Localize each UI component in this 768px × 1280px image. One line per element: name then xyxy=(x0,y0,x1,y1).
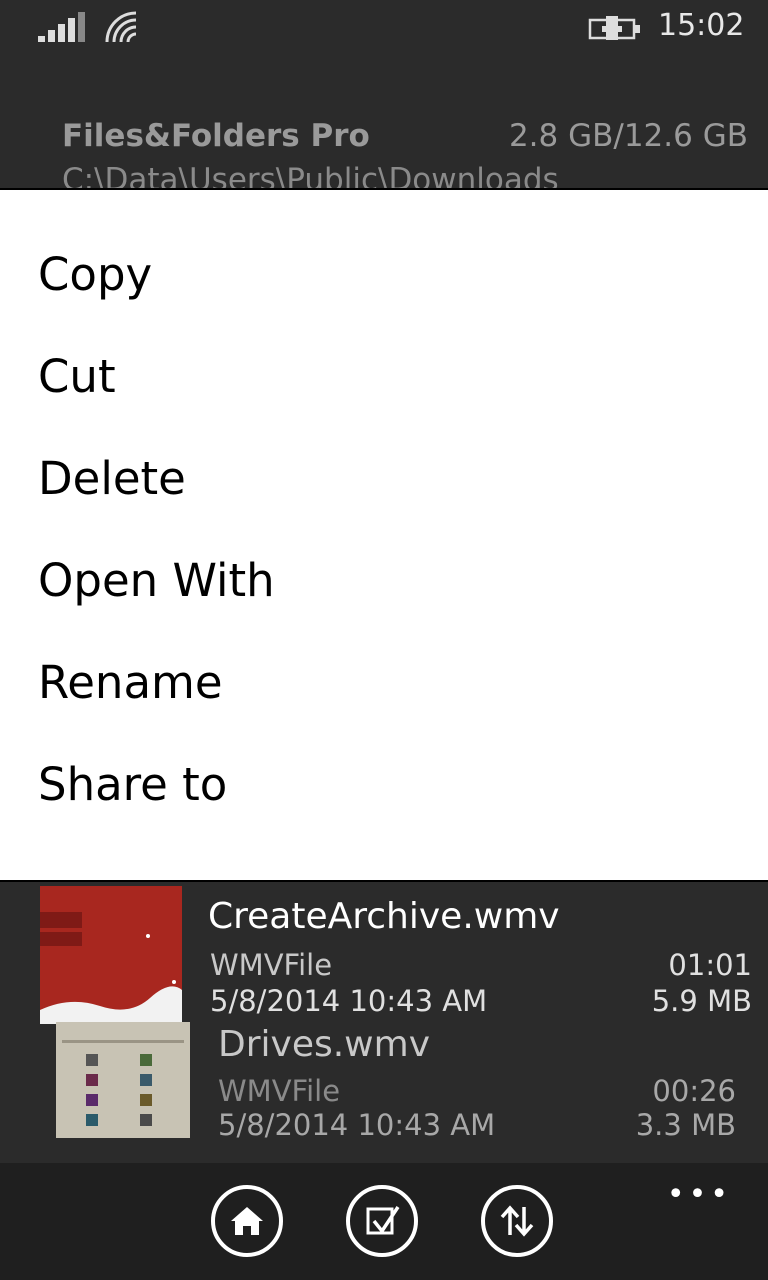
status-bar: 15:02 xyxy=(0,0,768,60)
more-options-button[interactable]: ••• xyxy=(667,1177,732,1212)
home-button[interactable] xyxy=(211,1185,283,1257)
sort-button[interactable] xyxy=(481,1185,553,1257)
video-thumbnail xyxy=(40,886,182,1024)
file-type: WMVFile xyxy=(218,1074,341,1108)
menu-item-copy[interactable]: Copy xyxy=(38,248,152,301)
app-bar: ••• xyxy=(0,1163,768,1280)
select-icon xyxy=(366,1206,400,1235)
current-path: C:\Data\Users\Public\Downloads xyxy=(62,162,559,188)
storage-usage: 2.8 GB/12.6 GB xyxy=(508,118,748,154)
battery-charging-icon xyxy=(588,16,640,40)
clock: 15:02 xyxy=(658,8,745,43)
file-type: WMVFile xyxy=(210,948,333,982)
file-row-drives[interactable]: Drives.wmv WMVFile 5/8/2014 10:43 AM 00:… xyxy=(0,1020,768,1142)
app-header: Files&Folders Pro 2.8 GB/12.6 GB C:\Data… xyxy=(0,60,768,188)
file-size: 5.9 MB xyxy=(651,984,752,1018)
file-date: 5/8/2014 10:43 AM xyxy=(218,1108,496,1142)
menu-item-delete[interactable]: Delete xyxy=(38,452,186,505)
context-menu: Copy Cut Delete Open With Rename Share t… xyxy=(0,188,768,882)
signal-strength-icon xyxy=(38,12,85,42)
app-title: Files&Folders Pro xyxy=(62,118,370,154)
file-duration: 01:01 xyxy=(668,948,752,982)
file-duration: 00:26 xyxy=(652,1074,736,1108)
file-size: 3.3 MB xyxy=(635,1108,736,1142)
file-name: CreateArchive.wmv xyxy=(208,896,560,937)
select-button[interactable] xyxy=(346,1185,418,1257)
video-thumbnail xyxy=(56,1022,190,1138)
menu-item-cut[interactable]: Cut xyxy=(38,350,116,403)
home-icon xyxy=(231,1207,263,1235)
menu-item-rename[interactable]: Rename xyxy=(38,656,223,709)
menu-item-share-to[interactable]: Share to xyxy=(38,758,227,811)
file-row-createarchive[interactable]: CreateArchive.wmv WMVFile 5/8/2014 10:43… xyxy=(0,884,768,1024)
sort-icon xyxy=(500,1205,534,1237)
file-name: Drives.wmv xyxy=(218,1024,430,1065)
wifi-icon xyxy=(105,11,137,43)
file-date: 5/8/2014 10:43 AM xyxy=(210,984,488,1018)
menu-item-open-with[interactable]: Open With xyxy=(38,554,275,607)
